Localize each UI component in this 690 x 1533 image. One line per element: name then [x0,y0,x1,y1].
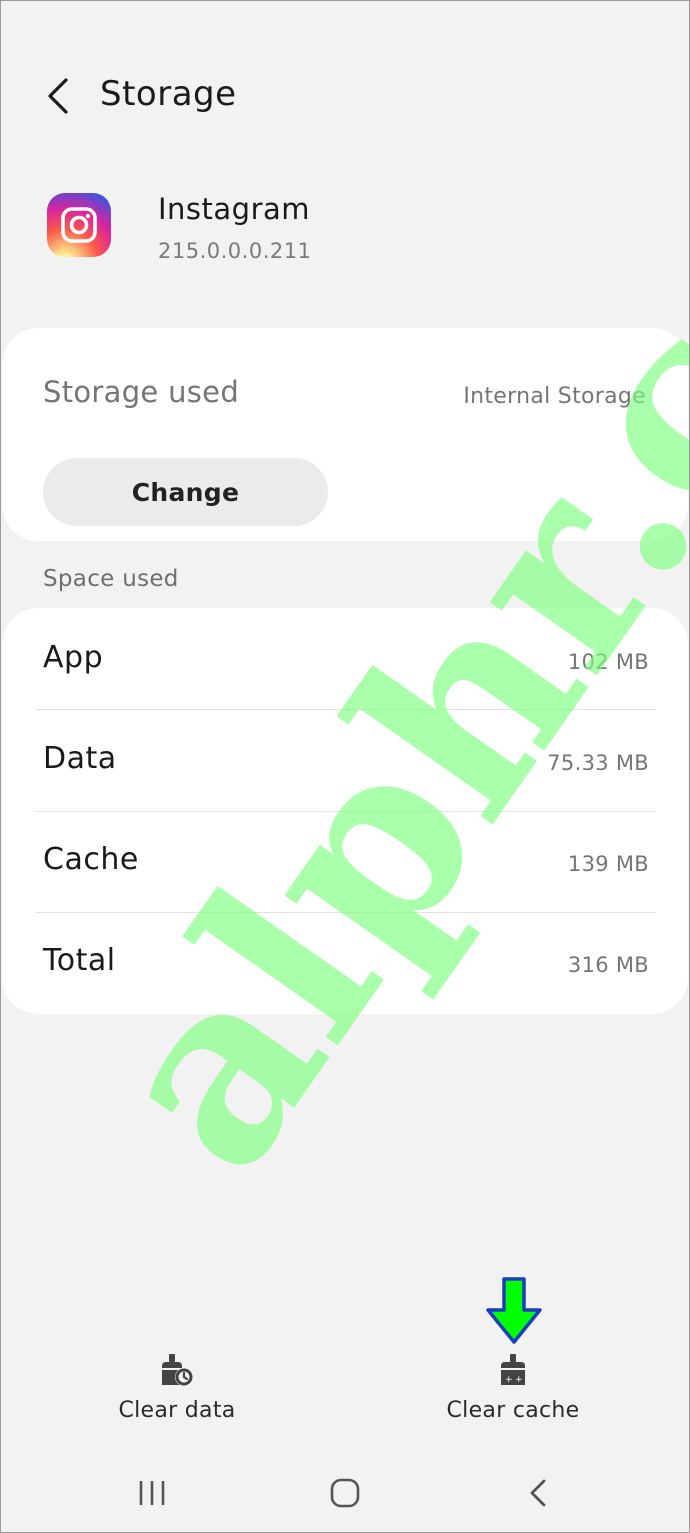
space-used-header: Space used [43,566,179,592]
row-label: Data [43,741,117,776]
clear-cache-icon: + + [501,1354,525,1385]
change-button[interactable]: Change [43,458,328,526]
home-button[interactable] [315,1468,375,1518]
app-version: 215.0.0.0.211 [158,239,312,263]
chevron-left-icon [48,78,68,114]
row-value: 102 MB [567,650,649,674]
space-used-card: App 102 MB Data 75.33 MB Cache 139 MB To… [2,608,688,1014]
list-item-data: Data 75.33 MB [35,711,656,812]
svg-text:+: + [515,1375,523,1385]
clear-cache-button[interactable]: + + Clear cache [413,1352,613,1442]
recent-apps-button[interactable] [122,1468,182,1518]
list-item-cache: Cache 139 MB [35,812,656,913]
app-name: Instagram [158,192,311,226]
divider [35,709,656,710]
row-label: Total [43,943,116,978]
clear-cache-label: Clear cache [446,1398,580,1423]
instagram-logo-icon [47,193,111,257]
back-button[interactable] [36,72,80,120]
list-item-app: App 102 MB [35,610,656,711]
row-value: 316 MB [567,953,649,977]
back-icon [530,1479,546,1507]
recent-apps-icon [139,1481,165,1505]
storage-card: Storage used Internal Storage Change [2,328,688,541]
row-value: 139 MB [567,852,649,876]
clear-data-button[interactable]: Clear data [77,1352,277,1442]
row-value: 75.33 MB [547,751,649,775]
down-arrow-icon [486,1277,542,1344]
nav-back-button[interactable] [508,1468,568,1518]
storage-used-label: Storage used [43,375,240,409]
row-label: Cache [43,842,139,877]
clear-data-label: Clear data [118,1398,236,1423]
list-item-total: Total 316 MB [35,913,656,1014]
svg-text:+: + [505,1375,513,1385]
storage-location: Internal Storage [463,384,646,409]
row-label: App [43,640,104,675]
home-icon [330,1478,360,1508]
clear-data-icon [162,1354,193,1386]
page-title: Storage [100,74,237,114]
